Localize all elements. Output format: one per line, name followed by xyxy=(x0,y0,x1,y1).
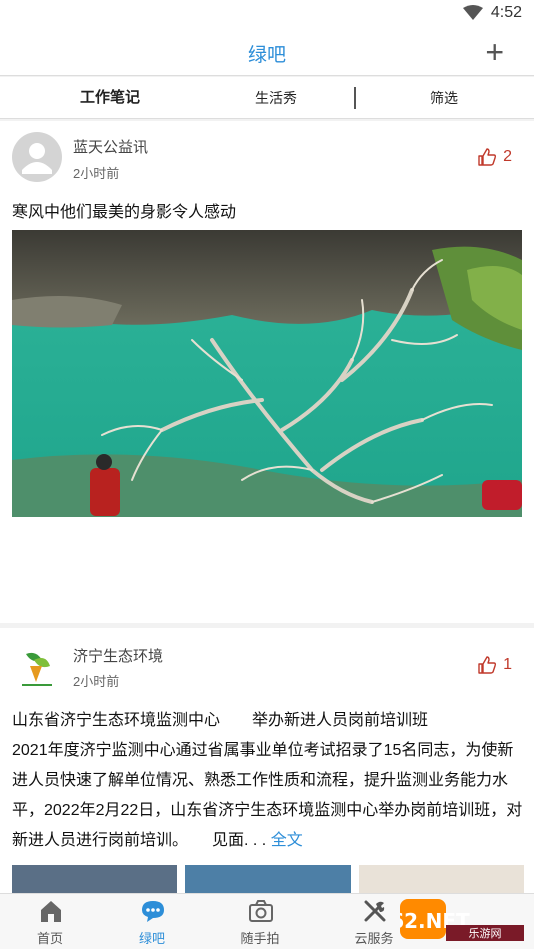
add-button[interactable]: + xyxy=(485,34,504,70)
tools-icon xyxy=(364,900,386,922)
watermark-subtext: 乐游网 xyxy=(469,927,502,940)
post-body: 2021年度济宁监测中心通过省属事业单位考试招录了15名同志，为使新进人员快速了… xyxy=(12,742,523,849)
tab-life-show[interactable]: 生活秀 xyxy=(206,77,346,119)
camera-icon xyxy=(249,900,273,922)
avatar[interactable] xyxy=(12,132,62,182)
read-more-link[interactable]: 全文 xyxy=(271,832,303,849)
wifi-icon xyxy=(462,5,483,20)
home-icon xyxy=(41,901,61,922)
status-bar: 4:52 xyxy=(0,0,534,30)
tab-work-notes[interactable]: 工作笔记 xyxy=(40,77,180,119)
chat-icon xyxy=(142,901,164,922)
nav-lvba[interactable]: 绿吧 xyxy=(102,894,202,949)
page-title: 绿吧 xyxy=(247,45,286,66)
watermark-logo: 962.NET 乐游网 xyxy=(400,899,524,941)
post-time: 2小时前 xyxy=(73,166,120,181)
thumbs-up-icon xyxy=(478,656,497,674)
post-image[interactable] xyxy=(12,230,522,517)
thumbnail-image[interactable] xyxy=(12,865,178,893)
post-author[interactable]: 济宁生态环境 xyxy=(73,645,163,666)
post-title: 山东省济宁生态环境监测中心 举办新进人员岗前培训班 xyxy=(12,712,429,729)
nav-label: 首页 xyxy=(36,931,63,946)
like-button[interactable]: 1 xyxy=(477,655,512,675)
thumbs-up-icon xyxy=(478,148,497,166)
like-button[interactable]: 2 xyxy=(477,147,512,167)
tab-bar: 工作笔记 生活秀 筛选 xyxy=(0,77,534,119)
like-count: 1 xyxy=(503,656,512,673)
nav-snapshot[interactable]: 随手拍 xyxy=(210,894,310,949)
tab-divider xyxy=(354,87,356,109)
user-placeholder-icon xyxy=(22,143,52,174)
post-time: 2小时前 xyxy=(73,674,120,689)
post-thumbnails xyxy=(12,865,524,893)
org-logo xyxy=(22,652,52,686)
lake-photo xyxy=(12,230,522,517)
tab-filter[interactable]: 筛选 xyxy=(374,77,514,119)
nav-label: 绿吧 xyxy=(138,931,165,946)
post-author[interactable]: 蓝天公益讯 xyxy=(73,136,148,157)
thumbnail-image[interactable] xyxy=(185,865,351,893)
like-count: 2 xyxy=(503,148,512,165)
nav-label: 随手拍 xyxy=(240,931,280,946)
app-header: 绿吧 + xyxy=(0,30,534,76)
post-card[interactable]: 蓝天公益讯 2小时前 2 寒风中他们最美的身影令人感动 xyxy=(0,121,534,623)
post-title[interactable]: 寒风中他们最美的身影令人感动 xyxy=(12,198,236,222)
post-card[interactable]: 济宁生态环境 2小时前 1 山东省济宁生态环境监测中心 举办新进人员岗前培训班 … xyxy=(0,628,534,893)
status-time: 4:52 xyxy=(490,4,522,21)
post-content[interactable]: 山东省济宁生态环境监测中心 举办新进人员岗前培训班 2021年度济宁监测中心通过… xyxy=(12,706,524,856)
thumbnail-image[interactable] xyxy=(358,865,524,893)
avatar[interactable] xyxy=(12,642,62,692)
nav-home[interactable]: 首页 xyxy=(0,894,100,949)
